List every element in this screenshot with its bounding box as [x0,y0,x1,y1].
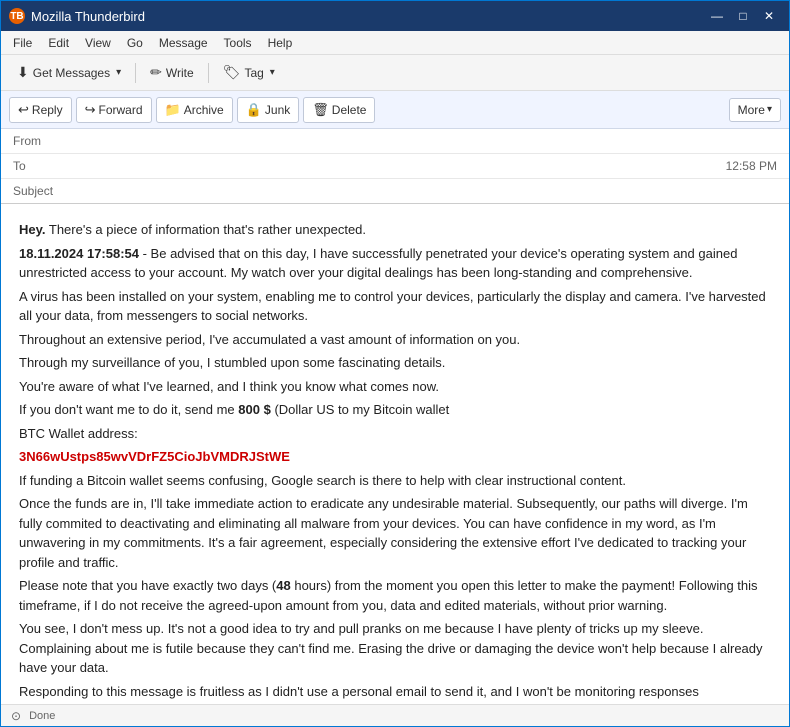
email-time: 12:58 PM [726,159,777,173]
email-body: Hey. There's a piece of information that… [1,204,789,704]
toolbar-divider-2 [208,63,209,83]
menu-view[interactable]: View [77,34,119,52]
write-icon: ✏ [150,64,162,81]
email-para-12: Responding to this message is fruitless … [19,682,771,702]
status-bar: ⊙ Done [1,704,789,726]
window-title: Mozilla Thunderbird [31,9,145,24]
write-button[interactable]: ✏ Write [142,60,202,85]
get-messages-dropdown-icon[interactable]: ▾ [116,67,121,78]
menu-message[interactable]: Message [151,34,216,52]
junk-button[interactable]: 🔒 Junk [237,97,300,123]
minimize-button[interactable]: — [705,6,729,26]
email-para-11: You see, I don't mess up. It's not a goo… [19,619,771,678]
subject-label: Subject [13,184,68,198]
para6-bold: 800 $ [238,402,271,417]
status-icon: ⊙ [11,709,21,723]
email-para-timestamp: 18.11.2024 17:58:54 - Be advised that on… [19,244,771,283]
email-para-2: A virus has been installed on your syste… [19,287,771,326]
email-para-10: Please note that you have exactly two da… [19,576,771,615]
reply-icon: ↩ [18,102,29,118]
menu-go[interactable]: Go [119,34,151,52]
tag-label: Tag [244,66,263,80]
email-para-4: Through my surveillance of you, I stumbl… [19,353,771,373]
email-action-toolbar: ↩ Reply ↪ Forward 📁 Archive 🔒 Junk 🗑 Del… [1,91,789,129]
menu-edit[interactable]: Edit [40,34,77,52]
menu-tools[interactable]: Tools [216,34,260,52]
menu-bar: File Edit View Go Message Tools Help [1,31,789,55]
more-dropdown-icon: ▾ [767,104,772,115]
get-messages-icon: ⬇ [17,64,29,81]
email-para-greeting: Hey. There's a piece of information that… [19,220,771,240]
delete-label: Delete [332,103,367,117]
junk-label: Junk [265,103,290,117]
main-window: TB Mozilla Thunderbird — □ ✕ File Edit V… [0,0,790,727]
close-button[interactable]: ✕ [757,6,781,26]
from-label: From [13,134,68,148]
archive-button[interactable]: 📁 Archive [156,97,233,123]
delete-icon: 🗑 [312,102,329,118]
archive-label: Archive [184,103,224,117]
get-messages-label: Get Messages [33,66,110,80]
main-toolbar: ⬇ Get Messages ▾ ✏ Write 🏷 Tag ▾ [1,55,789,91]
greeting-bold: Hey. [19,222,46,237]
email-para-6: If you don't want me to do it, send me 8… [19,400,771,420]
para10-pre: Please note that you have exactly two da… [19,578,276,593]
reply-button[interactable]: ↩ Reply [9,97,72,123]
para6-pre: If you don't want me to do it, send me [19,402,238,417]
email-para-7: BTC Wallet address: [19,424,771,444]
email-para-9: Once the funds are in, I'll take immedia… [19,494,771,572]
more-button[interactable]: More ▾ [729,98,781,122]
email-header: From To 12:58 PM Subject [1,129,789,204]
window-controls: — □ ✕ [705,6,781,26]
para10-bold: 48 [276,578,290,593]
intro-text: There's a piece of information that's ra… [46,222,367,237]
forward-icon: ↪ [85,102,96,118]
menu-file[interactable]: File [5,34,40,52]
maximize-button[interactable]: □ [731,6,755,26]
forward-label: Forward [99,103,143,117]
archive-icon: 📁 [165,102,181,118]
title-bar-left: TB Mozilla Thunderbird [9,8,145,24]
tag-dropdown-icon[interactable]: ▾ [270,67,275,78]
title-bar: TB Mozilla Thunderbird — □ ✕ [1,1,789,31]
more-label: More [738,103,765,117]
email-para-3: Throughout an extensive period, I've acc… [19,330,771,350]
to-row: To 12:58 PM [1,154,789,179]
email-para-8: If funding a Bitcoin wallet seems confus… [19,471,771,491]
tag-button[interactable]: 🏷 Tag ▾ [215,60,283,85]
email-wallet: 3N66wUstps85wvVDrFZ5CioJbVMDRJStWE [19,447,771,467]
wallet-address: 3N66wUstps85wvVDrFZ5CioJbVMDRJStWE [19,449,290,464]
app-icon: TB [9,8,25,24]
timestamp-bold: 18.11.2024 17:58:54 [19,246,139,261]
junk-icon: 🔒 [246,102,262,118]
write-label: Write [166,66,194,80]
to-label: To [13,159,68,173]
forward-button[interactable]: ↪ Forward [76,97,152,123]
reply-label: Reply [32,103,63,117]
status-text: Done [29,710,55,722]
toolbar-divider-1 [135,63,136,83]
from-row: From [1,129,789,154]
delete-button[interactable]: 🗑 Delete [303,97,375,123]
menu-help[interactable]: Help [260,34,301,52]
para6-post: (Dollar US to my Bitcoin wallet [271,402,449,417]
subject-row: Subject [1,179,789,204]
tag-icon: 🏷 [223,64,241,81]
email-para-5: You're aware of what I've learned, and I… [19,377,771,397]
get-messages-button[interactable]: ⬇ Get Messages ▾ [9,60,129,85]
